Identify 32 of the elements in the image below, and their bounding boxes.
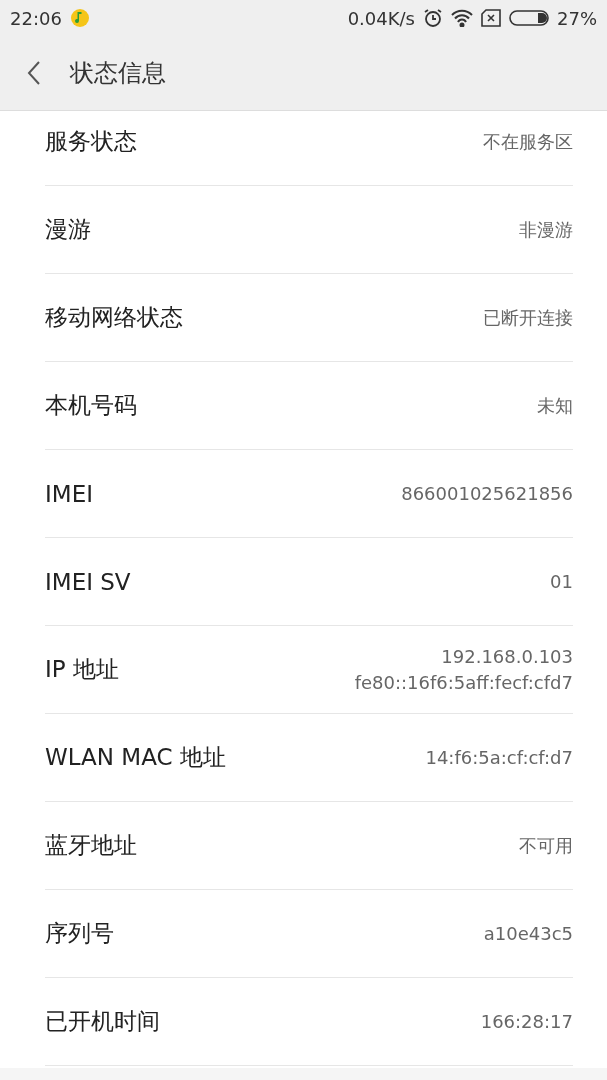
row-label: 漫游 [45, 215, 91, 244]
row-value: fe80::16f6:5aff:fecf:cfd7 [354, 670, 573, 695]
music-app-icon [69, 8, 90, 28]
row-value: 166:28:17 [480, 1009, 573, 1034]
page-title: 状态信息 [70, 58, 166, 89]
row-label: 服务状态 [45, 127, 137, 156]
no-sim-icon [481, 9, 501, 27]
row-value: 非漫游 [519, 217, 573, 242]
row-label: IMEI SV [45, 568, 131, 595]
row-label: 蓝牙地址 [45, 831, 137, 860]
row-label: IP 地址 [45, 655, 119, 684]
row-label: 移动网络状态 [45, 303, 183, 332]
row-value: 不在服务区 [483, 129, 573, 154]
row-value: 866001025621856 [401, 481, 573, 506]
row-value: 14:f6:5a:cf:cf:d7 [425, 745, 573, 770]
network-speed: 0.04K/s [347, 7, 415, 29]
row-value: 不可用 [519, 833, 573, 858]
row-label: 已开机时间 [45, 1007, 160, 1036]
row-value: 已断开连接 [483, 305, 573, 330]
row-value: a10e43c5 [483, 921, 573, 946]
row-value: 01 [550, 569, 573, 594]
wifi-icon [451, 9, 473, 27]
clock-time: 22:06 [10, 7, 62, 29]
row-value: 未知 [537, 393, 573, 418]
row-value: 192.168.0.103 [441, 644, 573, 669]
alarm-icon [423, 8, 443, 28]
battery-percent: 27% [557, 7, 597, 29]
row-label: WLAN MAC 地址 [45, 743, 226, 772]
row-label: IMEI [45, 480, 93, 507]
battery-icon [509, 9, 549, 27]
row-label: 本机号码 [45, 391, 137, 420]
row-label: 序列号 [45, 919, 114, 948]
